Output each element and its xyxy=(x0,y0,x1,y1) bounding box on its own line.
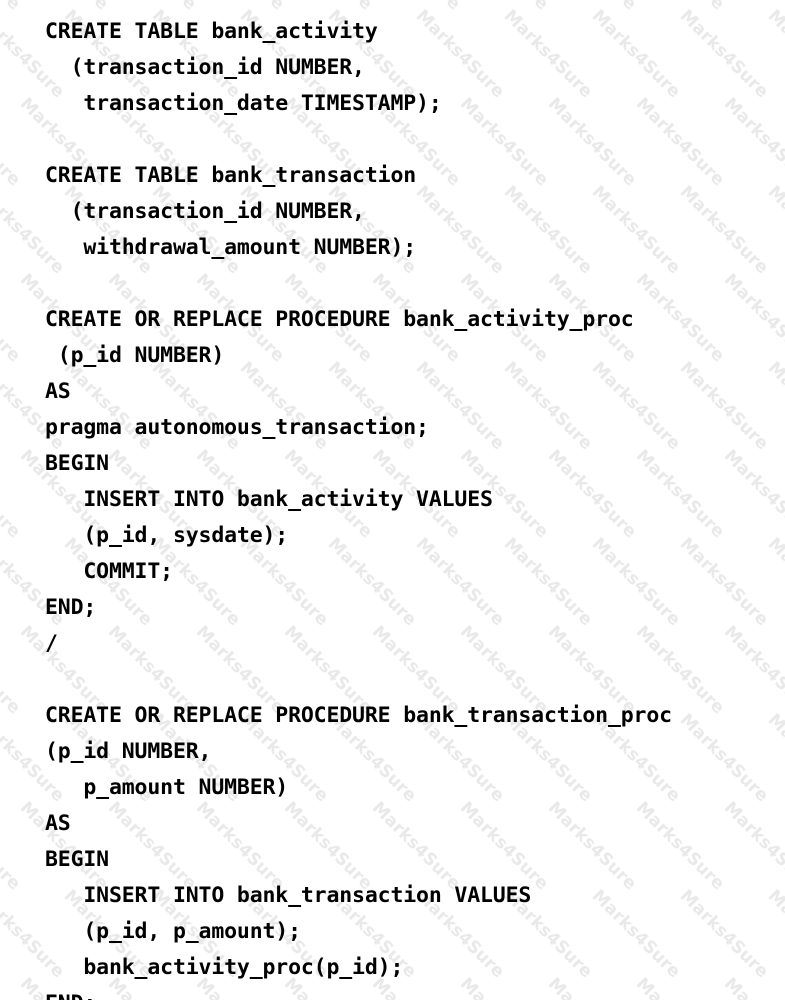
code-line: AS xyxy=(45,811,71,836)
watermark-text: Marks4Sure xyxy=(763,709,785,807)
code-line: CREATE TABLE bank_activity xyxy=(45,19,378,44)
code-line: BEGIN xyxy=(45,451,109,476)
code-line: pragma autonomous_transaction; xyxy=(45,415,429,440)
sql-code-block: CREATE TABLE bank_activity (transaction_… xyxy=(0,0,672,1000)
code-line: (p_id, p_amount); xyxy=(45,919,301,944)
code-line: withdrawal_amount NUMBER); xyxy=(45,235,417,260)
code-line: / xyxy=(45,631,58,656)
watermark-text: Marks4Sure xyxy=(719,93,785,191)
code-line: transaction_date TIMESTAMP); xyxy=(45,91,442,116)
code-line: COMMIT; xyxy=(45,559,173,584)
code-line: (transaction_id NUMBER, xyxy=(45,55,365,80)
code-line: (p_id, sysdate); xyxy=(45,523,289,548)
watermark-text: Marks4Sure xyxy=(719,445,785,543)
code-line: bank_activity_proc(p_id); xyxy=(45,955,404,980)
code-line: INSERT INTO bank_transaction VALUES xyxy=(45,883,532,908)
code-line: (p_id NUMBER) xyxy=(45,343,225,368)
code-line: CREATE OR REPLACE PROCEDURE bank_activit… xyxy=(45,307,634,332)
code-line: CREATE TABLE bank_transaction xyxy=(45,163,417,188)
code-line: END; xyxy=(45,595,97,620)
code-line: INSERT INTO bank_activity VALUES xyxy=(45,487,493,512)
watermark-text: Marks4Sure xyxy=(763,5,785,103)
code-line: AS xyxy=(45,379,71,404)
watermark-text: Marks4Sure xyxy=(763,533,785,631)
code-line: END; xyxy=(45,986,672,1000)
code-line: (p_id NUMBER, xyxy=(45,739,212,764)
code-line: BEGIN xyxy=(45,847,109,872)
watermark-text: Marks4Sure xyxy=(719,621,785,719)
watermark-text: Marks4Sure xyxy=(719,797,785,895)
code-line: p_amount NUMBER) xyxy=(45,775,289,800)
watermark-text: Marks4Sure xyxy=(763,181,785,279)
watermark-text: Marks4Sure xyxy=(696,0,785,18)
watermark-text: Marks4Sure xyxy=(696,950,785,1000)
code-line: (transaction_id NUMBER, xyxy=(45,199,365,224)
watermark-text: Marks4Sure xyxy=(719,269,785,367)
code-exhibit-page: Marks4SureMarks4SureMarks4SureMarks4Sure… xyxy=(0,0,785,1000)
watermark-text: Marks4Sure xyxy=(763,357,785,455)
code-line: CREATE OR REPLACE PROCEDURE bank_transac… xyxy=(45,703,672,728)
watermark-text: Marks4Sure xyxy=(763,885,785,983)
